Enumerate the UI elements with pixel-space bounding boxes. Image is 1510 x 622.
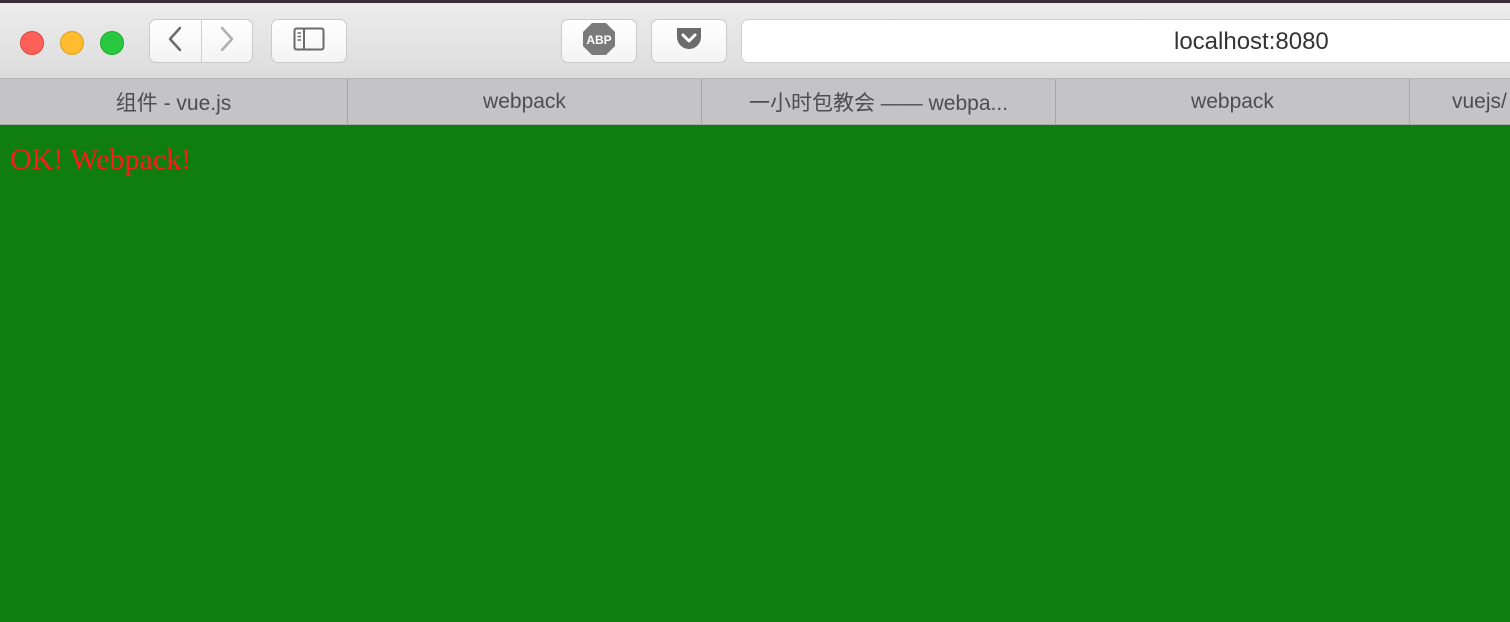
minimize-window-button[interactable] xyxy=(60,31,84,55)
adblock-icon: ABP xyxy=(582,22,616,61)
tab-webpack-2[interactable]: webpack xyxy=(1056,79,1410,124)
tab-vue-components[interactable]: 组件 - vue.js xyxy=(0,79,348,124)
tab-label: vuejs/ xyxy=(1452,89,1507,113)
chevron-left-icon xyxy=(166,26,184,57)
pocket-button[interactable] xyxy=(651,19,727,63)
tab-vuejs[interactable]: vuejs/ xyxy=(1410,79,1510,124)
maximize-window-button[interactable] xyxy=(100,31,124,55)
tab-bar: 组件 - vue.js webpack 一小时包教会 —— webpa... w… xyxy=(0,79,1510,125)
sidebar-icon xyxy=(293,27,325,56)
page-heading: OK! Webpack! xyxy=(10,143,192,176)
address-bar[interactable]: localhost:8080 xyxy=(741,19,1510,63)
tab-label: webpack xyxy=(1191,89,1274,113)
sidebar-button[interactable] xyxy=(271,19,347,63)
tab-webpack[interactable]: webpack xyxy=(348,79,702,124)
navigation-buttons xyxy=(149,19,253,63)
tab-webpack-tutorial[interactable]: 一小时包教会 —— webpa... xyxy=(702,79,1056,124)
page-content: OK! Webpack! xyxy=(0,125,1510,622)
adblock-label: ABP xyxy=(586,33,611,47)
tab-label: webpack xyxy=(483,89,566,113)
tab-label: 一小时包教会 —— webpa... xyxy=(748,91,1009,115)
pocket-icon xyxy=(674,25,704,58)
back-button[interactable] xyxy=(150,20,201,62)
close-window-button[interactable] xyxy=(20,31,44,55)
tab-label: 组件 - vue.js xyxy=(115,91,232,115)
adblock-button[interactable]: ABP xyxy=(561,19,637,63)
address-text: localhost:8080 xyxy=(1174,28,1329,55)
browser-window: ABP localhost:8080 组件 - vue.js webpack 一… xyxy=(0,0,1510,622)
chevron-right-icon xyxy=(218,26,236,57)
browser-toolbar: ABP localhost:8080 xyxy=(0,3,1510,79)
forward-button[interactable] xyxy=(200,20,253,62)
